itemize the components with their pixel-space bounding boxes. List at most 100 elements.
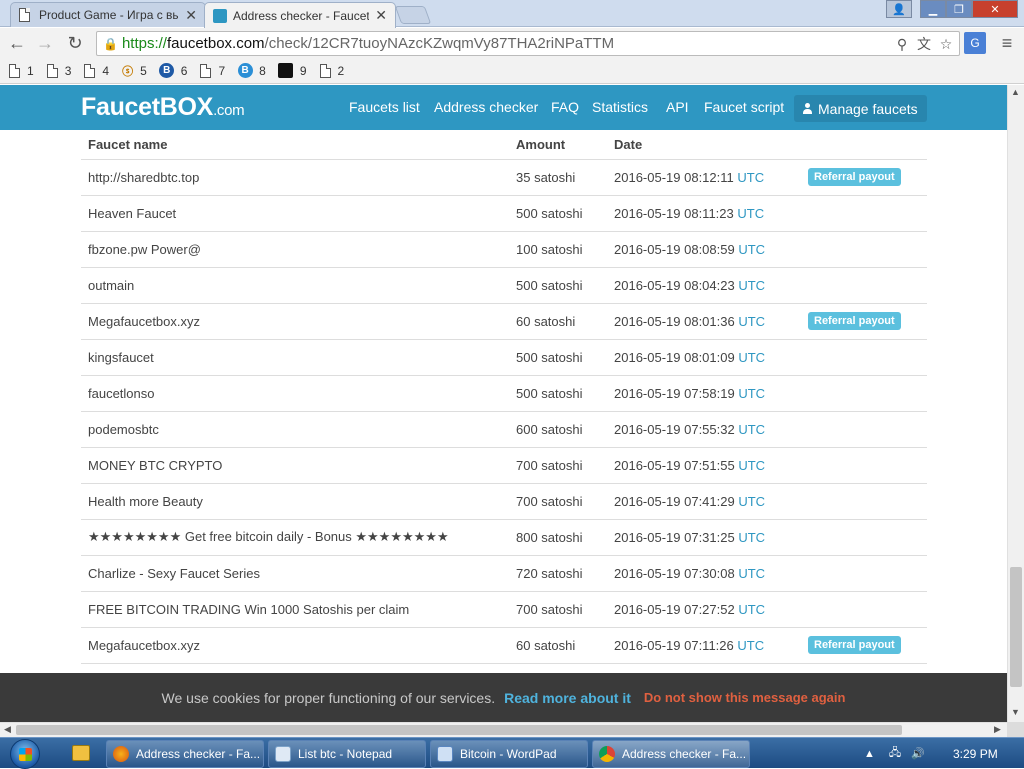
reload-icon[interactable]: ↻: [64, 32, 86, 54]
nav-address-checker[interactable]: Address checker: [434, 99, 538, 115]
timezone-label: UTC: [738, 601, 766, 617]
bookmark-7[interactable]: 7: [199, 63, 225, 78]
payout-type-cell: Referral payout: [801, 303, 927, 340]
amount-cell: 500 satoshi: [509, 195, 607, 232]
taskbar-wordpad[interactable]: Bitcoin - WordPad: [430, 740, 588, 768]
volume-icon[interactable]: 🔊: [911, 747, 925, 760]
taskbar-chrome[interactable]: Address checker - Fa...: [592, 740, 750, 768]
bookmark-2[interactable]: 2: [319, 63, 345, 78]
doc-icon: [199, 63, 212, 78]
restore-icon[interactable]: ❐: [946, 0, 972, 18]
bookmark-label: 2: [337, 63, 345, 78]
taskbar-label: List btc - Notepad: [298, 747, 393, 761]
bookmark-6[interactable]: B6: [159, 63, 187, 78]
faucet-name-cell: Heaven Faucet: [81, 195, 509, 232]
zoom-icon[interactable]: ⚲: [893, 35, 911, 53]
firefox-icon: [113, 746, 129, 762]
nav-faucets-list[interactable]: Faucets list: [349, 99, 420, 115]
taskbar-notepad[interactable]: List btc - Notepad: [268, 740, 426, 768]
bookmark-9[interactable]: 9: [278, 63, 307, 78]
timezone-label: UTC: [737, 205, 765, 221]
vertical-scrollbar[interactable]: ▲ ▼: [1007, 85, 1024, 722]
table-row: Megafaucetbox.xyz 60 satoshi 2016-05-19 07…: [81, 627, 927, 664]
tab-strip: Product Game - Игра с вы ✕ Address check…: [0, 0, 1024, 28]
network-icon[interactable]: 🖧: [889, 744, 901, 763]
date-cell: 2016-05-19 08:01:09 UTC: [607, 339, 801, 376]
scroll-right-icon[interactable]: ▶: [994, 724, 1001, 735]
referral-payout-badge: Referral payout: [808, 636, 901, 654]
close-tab-icon[interactable]: ✕: [375, 7, 387, 24]
cookie-read-more-link[interactable]: Read more about it: [504, 690, 631, 706]
col-header-date: Date: [607, 130, 801, 160]
timezone-label: UTC: [738, 421, 766, 437]
amount-cell: 60 satoshi: [509, 303, 607, 340]
nav-api[interactable]: API: [666, 99, 689, 115]
manage-faucets-label: Manage faucets: [818, 100, 918, 117]
faucet-name-cell: ★★★★★★★★ Get free bitcoin daily - Bonus …: [81, 519, 509, 556]
bookmark-8[interactable]: B8: [237, 63, 266, 78]
close-window-icon[interactable]: ✕: [972, 0, 1018, 18]
bookmark-star-icon[interactable]: ☆: [937, 35, 955, 53]
back-arrow-icon[interactable]: ←: [6, 32, 28, 54]
date-cell: 2016-05-19 08:01:36 UTC: [607, 303, 801, 340]
start-button[interactable]: [10, 739, 40, 769]
faucet-name-cell: Health more Beauty: [81, 483, 509, 520]
payout-type-cell: [801, 519, 927, 556]
bookmark-label: 5: [140, 63, 147, 78]
faucet-name-cell: http://sharedbtc.top: [81, 159, 509, 196]
bitcoin-icon: B: [237, 63, 253, 78]
nav-faq[interactable]: FAQ: [551, 99, 579, 115]
table-row: MONEY BTC CRYPTO 700 satoshi 2016-05-19 07…: [81, 447, 927, 484]
system-tray: ▲ 🖧 🔊: [864, 738, 925, 769]
scroll-left-icon[interactable]: ◀: [4, 724, 11, 735]
timezone-label: UTC: [738, 493, 766, 509]
scroll-down-icon[interactable]: ▼: [1011, 707, 1020, 717]
logo-text: FaucetBOX: [81, 93, 214, 121]
taskbar-firefox[interactable]: Address checker - Fa...: [106, 740, 264, 768]
cookie-dismiss-link[interactable]: Do not show this message again: [644, 690, 846, 705]
table-row: Charlize - Sexy Faucet Series 720 satoshi…: [81, 555, 927, 592]
payout-type-cell: Referral payout: [801, 159, 927, 196]
amount-cell: 60 satoshi: [509, 627, 607, 664]
minimize-icon[interactable]: ▁: [920, 0, 946, 18]
system-clock[interactable]: 3:29 PM: [953, 747, 998, 761]
horizontal-scrollbar[interactable]: ◀ ▶: [0, 722, 1007, 737]
amount-cell: 100 satoshi: [509, 231, 607, 268]
google-translate-extension-icon[interactable]: G: [964, 32, 986, 54]
date-value: 2016-05-19 07:27:52: [614, 601, 735, 617]
translate-icon[interactable]: 文: [915, 35, 933, 53]
nav-statistics[interactable]: Statistics: [592, 99, 648, 115]
forward-arrow-icon[interactable]: →: [34, 32, 56, 54]
tab-address-checker[interactable]: Address checker - FaucetB ✕: [204, 2, 396, 28]
doc-icon: [8, 63, 21, 78]
media-player-icon[interactable]: [72, 745, 90, 761]
date-value: 2016-05-19 08:12:11: [614, 169, 734, 185]
bookmark-label: 7: [218, 63, 226, 78]
new-tab-button[interactable]: [394, 6, 432, 24]
tab-title: Address checker - FaucetB: [233, 8, 370, 23]
cookie-message: We use cookies for proper functioning of…: [161, 689, 496, 706]
scroll-up-icon[interactable]: ▲: [1011, 87, 1020, 97]
referral-payout-badge: Referral payout: [808, 168, 901, 186]
tray-expand-icon[interactable]: ▲: [864, 748, 875, 760]
bookmark-5[interactable]: ⓢ 5: [121, 63, 147, 78]
address-bar[interactable]: 🔒 https://faucetbox.com/check/12CR7tuoyN…: [96, 31, 960, 56]
horizontal-scroll-thumb[interactable]: [16, 725, 902, 735]
nav-faucet-script[interactable]: Faucet script: [704, 99, 784, 115]
table-row: http://sharedbtc.top 35 satoshi 2016-05-19…: [81, 159, 927, 196]
table-row: Megafaucetbox.xyz 60 satoshi 2016-05-19 08…: [81, 303, 927, 340]
user-profile-button[interactable]: 👤: [886, 0, 912, 18]
vertical-scroll-thumb[interactable]: [1010, 567, 1022, 687]
bookmark-4[interactable]: 4: [83, 63, 109, 78]
payout-type-cell: Referral payout: [801, 627, 927, 664]
date-value: 2016-05-19 07:58:19: [614, 385, 735, 401]
manage-faucets-button[interactable]: Manage faucets: [794, 95, 927, 122]
bookmark-3[interactable]: 3: [46, 63, 71, 78]
site-logo[interactable]: FaucetBOX.com: [81, 93, 245, 122]
menu-icon[interactable]: ≡: [996, 32, 1018, 54]
tab-product-game[interactable]: Product Game - Игра с вы ✕: [10, 2, 206, 27]
close-tab-icon[interactable]: ✕: [185, 7, 197, 24]
timezone-label: UTC: [738, 277, 766, 293]
bookmark-1[interactable]: 1: [8, 63, 34, 78]
faucet-name-cell: faucetlonso: [81, 375, 509, 412]
